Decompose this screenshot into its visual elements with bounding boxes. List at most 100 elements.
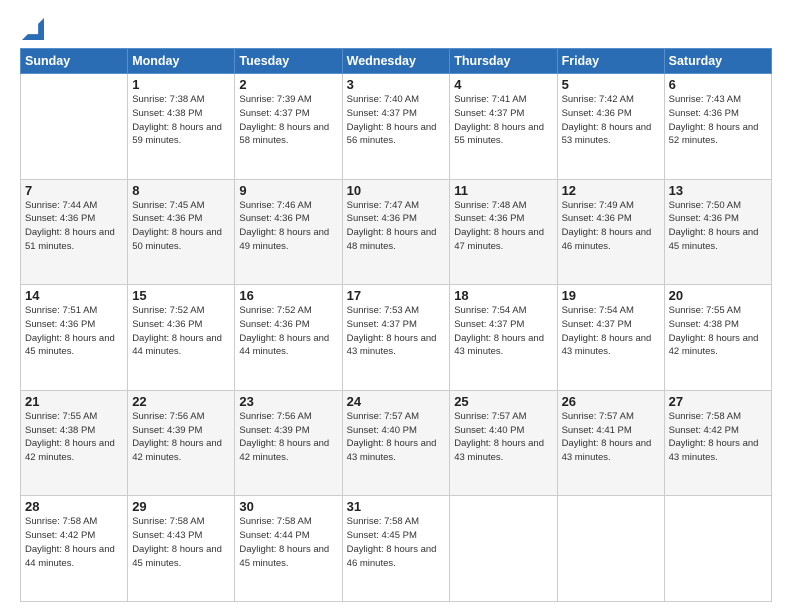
- calendar-cell: 14Sunrise: 7:51 AMSunset: 4:36 PMDayligh…: [21, 285, 128, 391]
- day-info: Sunrise: 7:58 AMSunset: 4:45 PMDaylight:…: [347, 515, 446, 570]
- day-info: Sunrise: 7:57 AMSunset: 4:40 PMDaylight:…: [454, 410, 552, 465]
- week-row-1: 7Sunrise: 7:44 AMSunset: 4:36 PMDaylight…: [21, 179, 772, 285]
- day-info: Sunrise: 7:40 AMSunset: 4:37 PMDaylight:…: [347, 93, 446, 148]
- day-number: 17: [347, 288, 446, 303]
- day-number: 29: [132, 499, 230, 514]
- day-info: Sunrise: 7:51 AMSunset: 4:36 PMDaylight:…: [25, 304, 123, 359]
- day-info: Sunrise: 7:56 AMSunset: 4:39 PMDaylight:…: [239, 410, 337, 465]
- day-info: Sunrise: 7:54 AMSunset: 4:37 PMDaylight:…: [562, 304, 660, 359]
- day-info: Sunrise: 7:49 AMSunset: 4:36 PMDaylight:…: [562, 199, 660, 254]
- header: [20, 18, 772, 40]
- calendar-cell: 16Sunrise: 7:52 AMSunset: 4:36 PMDayligh…: [235, 285, 342, 391]
- day-info: Sunrise: 7:58 AMSunset: 4:42 PMDaylight:…: [669, 410, 767, 465]
- calendar-cell: 21Sunrise: 7:55 AMSunset: 4:38 PMDayligh…: [21, 390, 128, 496]
- day-number: 11: [454, 183, 552, 198]
- weekday-header-row: SundayMondayTuesdayWednesdayThursdayFrid…: [21, 49, 772, 74]
- day-info: Sunrise: 7:52 AMSunset: 4:36 PMDaylight:…: [132, 304, 230, 359]
- calendar-cell: 9Sunrise: 7:46 AMSunset: 4:36 PMDaylight…: [235, 179, 342, 285]
- day-info: Sunrise: 7:44 AMSunset: 4:36 PMDaylight:…: [25, 199, 123, 254]
- day-info: Sunrise: 7:47 AMSunset: 4:36 PMDaylight:…: [347, 199, 446, 254]
- day-number: 9: [239, 183, 337, 198]
- day-number: 13: [669, 183, 767, 198]
- calendar-cell: 11Sunrise: 7:48 AMSunset: 4:36 PMDayligh…: [450, 179, 557, 285]
- day-number: 4: [454, 77, 552, 92]
- day-info: Sunrise: 7:46 AMSunset: 4:36 PMDaylight:…: [239, 199, 337, 254]
- day-number: 20: [669, 288, 767, 303]
- day-info: Sunrise: 7:58 AMSunset: 4:44 PMDaylight:…: [239, 515, 337, 570]
- day-number: 14: [25, 288, 123, 303]
- day-number: 28: [25, 499, 123, 514]
- day-number: 21: [25, 394, 123, 409]
- calendar-cell: 19Sunrise: 7:54 AMSunset: 4:37 PMDayligh…: [557, 285, 664, 391]
- day-number: 26: [562, 394, 660, 409]
- calendar-cell: 31Sunrise: 7:58 AMSunset: 4:45 PMDayligh…: [342, 496, 450, 602]
- logo: [20, 18, 46, 40]
- calendar-cell: 10Sunrise: 7:47 AMSunset: 4:36 PMDayligh…: [342, 179, 450, 285]
- calendar-table: SundayMondayTuesdayWednesdayThursdayFrid…: [20, 48, 772, 602]
- calendar-cell: 27Sunrise: 7:58 AMSunset: 4:42 PMDayligh…: [664, 390, 771, 496]
- weekday-header-friday: Friday: [557, 49, 664, 74]
- day-number: 23: [239, 394, 337, 409]
- calendar-cell: 26Sunrise: 7:57 AMSunset: 4:41 PMDayligh…: [557, 390, 664, 496]
- day-number: 25: [454, 394, 552, 409]
- day-info: Sunrise: 7:42 AMSunset: 4:36 PMDaylight:…: [562, 93, 660, 148]
- week-row-2: 14Sunrise: 7:51 AMSunset: 4:36 PMDayligh…: [21, 285, 772, 391]
- day-info: Sunrise: 7:57 AMSunset: 4:41 PMDaylight:…: [562, 410, 660, 465]
- day-number: 5: [562, 77, 660, 92]
- calendar-cell: 29Sunrise: 7:58 AMSunset: 4:43 PMDayligh…: [128, 496, 235, 602]
- day-info: Sunrise: 7:56 AMSunset: 4:39 PMDaylight:…: [132, 410, 230, 465]
- day-number: 10: [347, 183, 446, 198]
- calendar-cell: 2Sunrise: 7:39 AMSunset: 4:37 PMDaylight…: [235, 74, 342, 180]
- calendar-cell: 3Sunrise: 7:40 AMSunset: 4:37 PMDaylight…: [342, 74, 450, 180]
- calendar-cell: [21, 74, 128, 180]
- day-number: 2: [239, 77, 337, 92]
- week-row-4: 28Sunrise: 7:58 AMSunset: 4:42 PMDayligh…: [21, 496, 772, 602]
- day-info: Sunrise: 7:55 AMSunset: 4:38 PMDaylight:…: [25, 410, 123, 465]
- weekday-header-tuesday: Tuesday: [235, 49, 342, 74]
- calendar-cell: 18Sunrise: 7:54 AMSunset: 4:37 PMDayligh…: [450, 285, 557, 391]
- day-number: 3: [347, 77, 446, 92]
- day-info: Sunrise: 7:45 AMSunset: 4:36 PMDaylight:…: [132, 199, 230, 254]
- day-info: Sunrise: 7:43 AMSunset: 4:36 PMDaylight:…: [669, 93, 767, 148]
- day-number: 27: [669, 394, 767, 409]
- calendar-cell: [557, 496, 664, 602]
- calendar-cell: 5Sunrise: 7:42 AMSunset: 4:36 PMDaylight…: [557, 74, 664, 180]
- day-number: 8: [132, 183, 230, 198]
- calendar-cell: 20Sunrise: 7:55 AMSunset: 4:38 PMDayligh…: [664, 285, 771, 391]
- day-info: Sunrise: 7:50 AMSunset: 4:36 PMDaylight:…: [669, 199, 767, 254]
- day-number: 16: [239, 288, 337, 303]
- day-number: 19: [562, 288, 660, 303]
- weekday-header-sunday: Sunday: [21, 49, 128, 74]
- calendar-cell: 30Sunrise: 7:58 AMSunset: 4:44 PMDayligh…: [235, 496, 342, 602]
- calendar-cell: 22Sunrise: 7:56 AMSunset: 4:39 PMDayligh…: [128, 390, 235, 496]
- calendar-cell: 23Sunrise: 7:56 AMSunset: 4:39 PMDayligh…: [235, 390, 342, 496]
- day-info: Sunrise: 7:53 AMSunset: 4:37 PMDaylight:…: [347, 304, 446, 359]
- day-info: Sunrise: 7:58 AMSunset: 4:42 PMDaylight:…: [25, 515, 123, 570]
- day-info: Sunrise: 7:39 AMSunset: 4:37 PMDaylight:…: [239, 93, 337, 148]
- page: SundayMondayTuesdayWednesdayThursdayFrid…: [0, 0, 792, 612]
- calendar-cell: 28Sunrise: 7:58 AMSunset: 4:42 PMDayligh…: [21, 496, 128, 602]
- weekday-header-thursday: Thursday: [450, 49, 557, 74]
- logo-icon: [22, 18, 44, 40]
- day-number: 31: [347, 499, 446, 514]
- day-number: 1: [132, 77, 230, 92]
- calendar-cell: [450, 496, 557, 602]
- weekday-header-wednesday: Wednesday: [342, 49, 450, 74]
- day-info: Sunrise: 7:55 AMSunset: 4:38 PMDaylight:…: [669, 304, 767, 359]
- day-info: Sunrise: 7:38 AMSunset: 4:38 PMDaylight:…: [132, 93, 230, 148]
- day-number: 24: [347, 394, 446, 409]
- day-info: Sunrise: 7:57 AMSunset: 4:40 PMDaylight:…: [347, 410, 446, 465]
- calendar-cell: 4Sunrise: 7:41 AMSunset: 4:37 PMDaylight…: [450, 74, 557, 180]
- day-info: Sunrise: 7:41 AMSunset: 4:37 PMDaylight:…: [454, 93, 552, 148]
- day-number: 7: [25, 183, 123, 198]
- day-number: 15: [132, 288, 230, 303]
- day-number: 30: [239, 499, 337, 514]
- calendar-cell: [664, 496, 771, 602]
- day-info: Sunrise: 7:58 AMSunset: 4:43 PMDaylight:…: [132, 515, 230, 570]
- calendar-cell: 1Sunrise: 7:38 AMSunset: 4:38 PMDaylight…: [128, 74, 235, 180]
- day-number: 12: [562, 183, 660, 198]
- day-info: Sunrise: 7:48 AMSunset: 4:36 PMDaylight:…: [454, 199, 552, 254]
- calendar-cell: 12Sunrise: 7:49 AMSunset: 4:36 PMDayligh…: [557, 179, 664, 285]
- weekday-header-monday: Monday: [128, 49, 235, 74]
- calendar-cell: 6Sunrise: 7:43 AMSunset: 4:36 PMDaylight…: [664, 74, 771, 180]
